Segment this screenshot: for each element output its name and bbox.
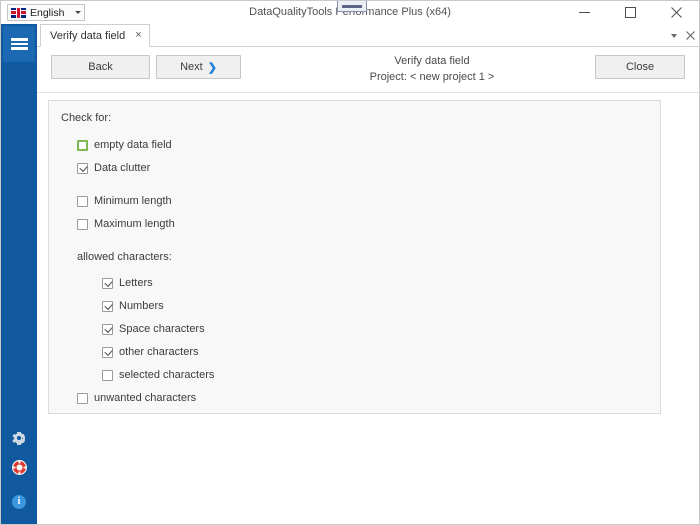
checkbox-label: Letters <box>119 277 153 289</box>
checkbox-row[interactable]: Space characters <box>102 323 205 335</box>
info-icon: i <box>12 495 26 509</box>
sidebar-item-support[interactable] <box>1 454 37 486</box>
page-title: Verify data field <box>394 55 470 67</box>
checkbox-label: Minimum length <box>94 195 172 207</box>
sidebar-item-settings[interactable] <box>1 422 37 454</box>
check-options-panel: Check for: allowed characters: empty dat… <box>48 100 661 414</box>
close-button[interactable] <box>653 1 699 24</box>
application-window: DataQualityTools Performance Plus (x64) … <box>0 0 700 525</box>
checkbox-label: Numbers <box>119 300 164 312</box>
checkbox-icon[interactable] <box>102 323 113 335</box>
tab-strip: Verify data field × <box>37 24 699 47</box>
content-area: Check for: allowed characters: empty dat… <box>37 93 699 524</box>
uk-flag-icon <box>11 7 26 18</box>
checkbox-label: unwanted characters <box>94 392 197 404</box>
next-button-label: Next <box>180 61 203 73</box>
checkbox-row[interactable]: empty data field <box>77 139 172 151</box>
page-header: Verify data field Project: < new project… <box>282 53 582 85</box>
next-button[interactable]: Next ❯ <box>156 55 241 79</box>
window-controls <box>561 1 699 24</box>
checkbox-icon[interactable] <box>77 162 88 174</box>
tab-list-chevron-down-icon[interactable] <box>671 33 677 38</box>
panel-title: Check for: <box>61 112 112 124</box>
sidebar-item-info[interactable]: i <box>1 486 37 518</box>
project-label: Project: < new project 1 > <box>369 71 495 83</box>
maximize-button[interactable] <box>607 1 653 24</box>
checkbox-row[interactable]: Maximum length <box>77 218 175 230</box>
window-drag-handle[interactable] <box>337 1 367 12</box>
close-button-label: Close <box>625 61 655 73</box>
checkbox-row[interactable]: Letters <box>102 277 153 289</box>
language-selector[interactable]: English <box>7 4 85 21</box>
checkbox-label: empty data field <box>94 139 172 151</box>
tab-verify-data-field[interactable]: Verify data field × <box>40 24 150 47</box>
checkbox-label: Space characters <box>119 323 205 335</box>
settings-gear-icon <box>12 431 26 445</box>
back-button[interactable]: Back <box>51 55 150 79</box>
back-button-label: Back <box>88 61 113 73</box>
sidebar-icon-group: i <box>1 422 37 518</box>
minimize-button[interactable] <box>561 1 607 24</box>
checkbox-icon[interactable] <box>77 139 88 151</box>
checkbox-row[interactable]: other characters <box>102 346 198 358</box>
command-bar: Back Next ❯ Verify data field Project: <… <box>37 47 699 93</box>
chevron-right-icon: ❯ <box>207 61 217 74</box>
allowed-characters-label: allowed characters: <box>77 251 172 263</box>
checkbox-row[interactable]: Data clutter <box>77 162 150 174</box>
tab-strip-actions <box>671 24 695 47</box>
chevron-down-icon <box>75 11 81 14</box>
checkbox-label: other characters <box>119 346 199 358</box>
checkbox-label: Maximum length <box>94 218 175 230</box>
checkbox-icon[interactable] <box>77 195 88 207</box>
tab-label: Verify data field <box>50 29 126 42</box>
checkbox-icon[interactable] <box>77 392 88 404</box>
checkbox-icon[interactable] <box>102 300 113 312</box>
checkbox-icon[interactable] <box>77 218 88 230</box>
checkbox-row[interactable]: Numbers <box>102 300 164 312</box>
close-dialog-button[interactable]: Close <box>595 55 685 79</box>
checkbox-icon[interactable] <box>102 346 113 358</box>
close-tab-icon[interactable] <box>686 27 695 45</box>
tab-close-icon[interactable]: × <box>135 30 141 41</box>
title-bar: DataQualityTools Performance Plus (x64) … <box>1 1 699 24</box>
left-sidebar: i <box>1 24 37 524</box>
checkbox-label: Data clutter <box>94 162 151 174</box>
language-label: English <box>30 6 65 19</box>
hamburger-menu-button[interactable] <box>3 26 35 62</box>
checkbox-row[interactable]: selected characters <box>102 369 214 381</box>
life-ring-support-icon <box>11 460 27 480</box>
checkbox-row[interactable]: unwanted characters <box>77 392 196 404</box>
checkbox-icon[interactable] <box>102 369 113 381</box>
checkbox-icon[interactable] <box>102 277 113 289</box>
checkbox-label: selected characters <box>119 369 215 381</box>
hamburger-icon <box>10 36 28 52</box>
checkbox-row[interactable]: Minimum length <box>77 195 172 207</box>
